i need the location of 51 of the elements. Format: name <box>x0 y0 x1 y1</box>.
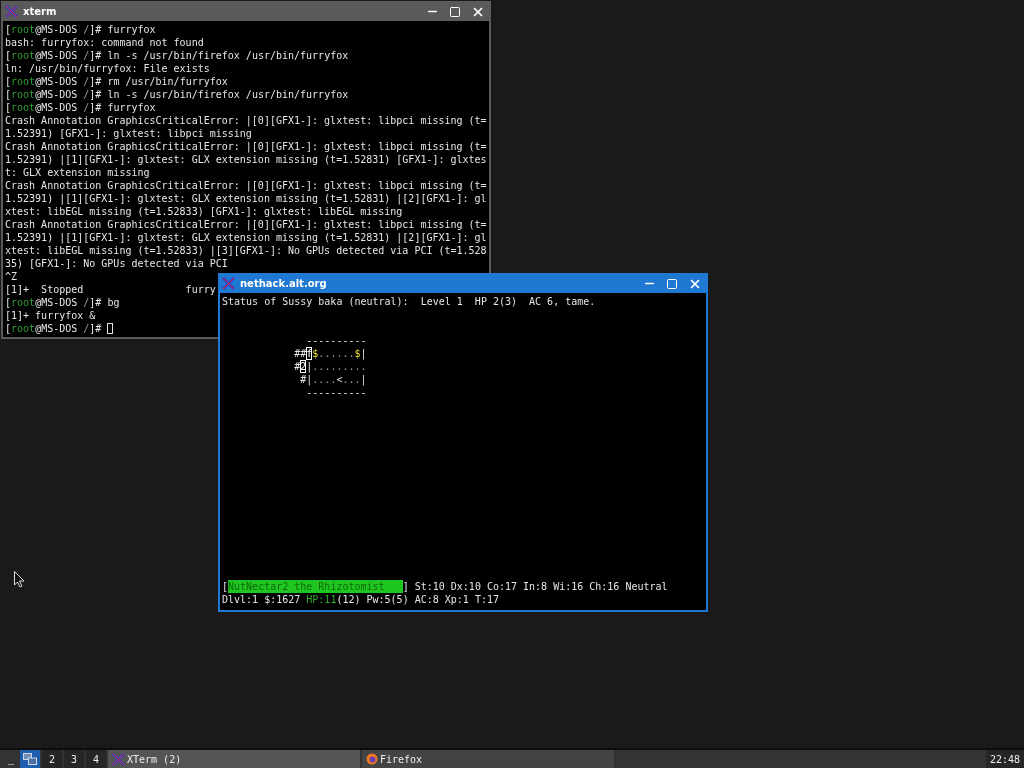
taskbar-task[interactable]: XTerm (2) <box>108 750 360 768</box>
mouse-pointer-icon <box>14 571 25 588</box>
terminal-line: 1.52391) |[1][GFX1-]: glxtest: GLX extension missing (t=1.52831) |[2][GFX1-]: gl <box>5 231 487 244</box>
terminal-line: [root@MS-DOS /]# furryfox <box>5 101 156 114</box>
map-row-text: #|....<...| <box>299 373 367 386</box>
workspace-button[interactable] <box>20 750 40 768</box>
terminal-line: Crash Annotation GraphicsCriticalError: |[0][GFX1-]: glxtest: libpci missing (t= <box>5 179 487 192</box>
taskbar-task[interactable]: Firefox <box>362 750 614 768</box>
terminal-line: 1.52391) [GFX1-]: glxtest: libpci missing <box>5 127 252 140</box>
menu-label[interactable]: _ <box>8 752 18 766</box>
status-line: Dlvl:1 $:1627 HP:11(12) Pw:5(5) AC:8 Xp:1 T:17 <box>222 593 499 606</box>
x-logo-icon <box>222 277 235 290</box>
terminal-line: Crash Annotation GraphicsCriticalError: |[0][GFX1-]: glxtest: libpci missing (t= <box>5 114 487 127</box>
map-row-text: ---------- <box>305 386 367 399</box>
terminal-line: Crash Annotation GraphicsCriticalError: |[0][GFX1-]: glxtest: libpci missing (t= <box>5 218 487 231</box>
title-bar[interactable]: xterm <box>3 3 489 21</box>
terminal-line: ^Z <box>5 270 18 283</box>
title-bar[interactable]: nethack.alt.org <box>220 275 706 293</box>
terminal-line: t: GLX extension missing <box>5 166 150 179</box>
terminal-line: [root@MS-DOS /]# <box>5 322 114 335</box>
terminal-line: [1]+ Stopped furry <box>5 283 216 296</box>
workspace-button[interactable]: 3 <box>64 750 84 768</box>
terminal-line: 35) [GFX1-]: No GPUs detected via PCI <box>5 257 228 270</box>
terminal-line: bash: furryfox: command not found <box>5 36 204 49</box>
terminal-line: 1.52391) |[1][GFX1-]: glxtest: GLX extension missing (t=1.52831) |[2][GFX1-]: gl <box>5 192 487 205</box>
browser-icon <box>366 753 378 765</box>
window-title: nethack.alt.org <box>240 278 328 289</box>
terminal-line: ln: /usr/bin/furryfox: File exists <box>5 62 210 75</box>
terminal-line: [1]+ furryfox & <box>5 309 96 322</box>
workspace-button[interactable]: 2 <box>42 750 62 768</box>
map-row-text: ##f$......$| <box>293 347 367 360</box>
map-row-text: ---------- <box>305 334 367 347</box>
terminal-line: [root@MS-DOS /]# bg <box>5 296 120 309</box>
terminal-line: xtest: libEGL missing (t=1.52833) |[3][GFX1-]: No GPUs detected via PCI (t=1.528 <box>5 244 487 257</box>
x-logo-icon <box>5 5 18 18</box>
terminal-line: Crash Annotation GraphicsCriticalError: |[0][GFX1-]: glxtest: libpci missing (t= <box>5 140 487 153</box>
maximize-icon <box>666 277 678 290</box>
pager-icon <box>23 753 37 765</box>
workspace-button[interactable]: 4 <box>86 750 106 768</box>
clock: 22:48 <box>985 750 1024 768</box>
x-logo-icon <box>112 752 125 766</box>
status-line: [NutNectar2 the Rhizotomist ] St:10 Dx:10 Co:17 In:8 Wi:16 Ch:16 Neutral <box>222 580 668 593</box>
terminal-line: xtest: libEGL missing (t=1.52833) [GFX1-]: glxtest: libEGL missing <box>5 205 403 218</box>
terminal-line: [root@MS-DOS /]# rm /usr/bin/furryfox <box>5 75 228 88</box>
message-line: Status of Sussy baka (neutral): Level 1 HP 2(3) AC 6, tame. <box>222 295 596 308</box>
terminal-line: [root@MS-DOS /]# ln -s /usr/bin/firefox /usr/bin/furryfox <box>5 88 349 101</box>
window-title: xterm <box>23 6 58 17</box>
maximize-icon <box>449 5 461 18</box>
terminal-line: [root@MS-DOS /]# ln -s /usr/bin/firefox /usr/bin/furryfox <box>5 49 349 62</box>
terminal-line: [root@MS-DOS /]# furryfox <box>5 23 156 36</box>
terminal-line: 1.52391) |[1][GFX1-]: glxtest: GLX extension missing (t=1.52831) [GFX1-]: glxtes <box>5 153 487 166</box>
